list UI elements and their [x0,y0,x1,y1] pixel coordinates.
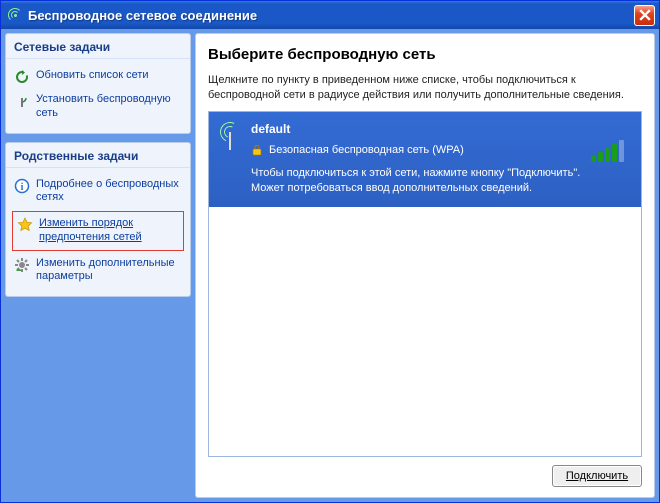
network-name: default [251,122,581,136]
task-change-order[interactable]: Изменить порядок предпочтения сетей [12,211,184,251]
task-label: Изменить дополнительные параметры [36,257,182,285]
titlebar[interactable]: Беспроводное сетевое соединение [1,1,659,29]
task-label: Установить беспроводную сеть [36,93,182,121]
network-item[interactable]: default Безопасная беспроводная сеть (WP… [209,112,641,209]
antenna-icon [14,93,30,109]
signal-icon [591,140,631,162]
panel-network-tasks: Сетевые задачи Обновить список сети Уста… [5,33,191,134]
close-icon [639,9,651,21]
network-security: Безопасная беспроводная сеть (WPA) [251,144,581,156]
antenna-icon [219,122,241,152]
network-list[interactable]: default Безопасная беспроводная сеть (WP… [208,111,642,457]
security-text: Безопасная беспроводная сеть (WPA) [269,144,464,156]
panel-related-tasks: Родственные задачи i Подробнее о беспров… [5,142,191,298]
task-learn-wireless[interactable]: i Подробнее о беспроводных сетях [12,174,184,210]
panel-heading: Родственные задачи [6,143,190,168]
window-title: Беспроводное сетевое соединение [28,8,634,23]
instruction-text: Щелкните по пункту в приведенном ниже сп… [208,73,642,103]
task-label: Подробнее о беспроводных сетях [36,178,182,206]
gear-icon [14,257,30,273]
info-icon: i [14,178,30,194]
task-refresh-list[interactable]: Обновить список сети [12,65,184,89]
close-button[interactable] [634,5,655,26]
dialog-body: Сетевые задачи Обновить список сети Уста… [1,29,659,502]
main-pane: Выберите беспроводную сеть Щелкните по п… [195,33,655,498]
svg-text:i: i [21,182,24,193]
network-body: default Безопасная беспроводная сеть (WP… [251,122,581,196]
task-setup-wireless[interactable]: Установить беспроводную сеть [12,89,184,125]
refresh-icon [14,69,30,85]
footer: Подключить [208,457,642,487]
lock-icon [251,144,263,156]
page-title: Выберите беспроводную сеть [208,46,642,63]
task-label: Изменить порядок предпочтения сетей [39,217,179,245]
connect-button[interactable]: Подключить [552,465,642,487]
task-label: Обновить список сети [36,69,149,83]
network-hint: Чтобы подключиться к этой сети, нажмите … [251,166,581,196]
task-advanced-settings[interactable]: Изменить дополнительные параметры [12,253,184,289]
panel-heading: Сетевые задачи [6,34,190,59]
wireless-dialog: Беспроводное сетевое соединение Сетевые … [0,0,660,503]
star-icon [17,217,33,233]
sidebar: Сетевые задачи Обновить список сети Уста… [5,33,191,498]
wireless-icon [7,7,23,23]
